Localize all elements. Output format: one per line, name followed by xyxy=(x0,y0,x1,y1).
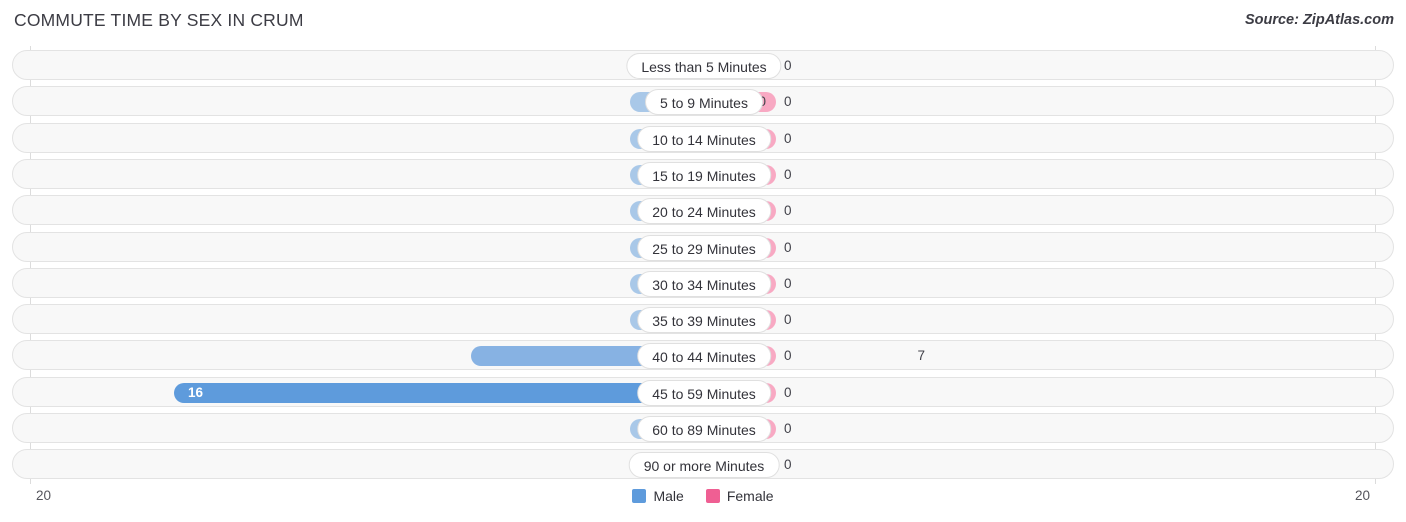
table-row: 0015 to 19 Minutes xyxy=(12,158,1394,189)
table-row: 0090 or more Minutes xyxy=(12,449,1394,480)
category-label: 45 to 59 Minutes xyxy=(637,379,771,406)
value-label-female: 0 xyxy=(784,421,792,436)
bar-male xyxy=(174,382,702,403)
legend-label: Male xyxy=(653,488,684,504)
value-label-female: 0 xyxy=(784,58,792,73)
category-label: 60 to 89 Minutes xyxy=(637,416,771,442)
row-content: 0035 to 39 Minutes xyxy=(13,305,1393,334)
category-label: 90 or more Minutes xyxy=(628,452,780,479)
value-label-female: 0 xyxy=(784,94,792,110)
category-label: 25 to 29 Minutes xyxy=(637,234,771,261)
table-row: 00Less than 5 Minutes xyxy=(12,50,1394,80)
category-label: Less than 5 Minutes xyxy=(626,53,782,79)
table-row: 0060 to 89 Minutes xyxy=(12,413,1394,443)
legend-swatch-icon xyxy=(632,489,647,503)
row-content: 0060 to 89 Minutes xyxy=(13,414,1393,442)
value-label-female: 0 xyxy=(784,312,792,328)
table-row: 0020 to 24 Minutes xyxy=(12,195,1394,226)
table-row: 16 0 45 to 59 Minutes xyxy=(12,376,1394,407)
legend-item-male[interactable]: Male xyxy=(632,488,684,504)
category-label: 15 to 19 Minutes xyxy=(637,161,771,188)
row-content: 0015 to 19 Minutes xyxy=(13,160,1393,188)
row-content: 0020 to 24 Minutes xyxy=(13,196,1393,225)
row-content: 0010 to 14 Minutes xyxy=(13,124,1393,152)
chart-legend: Male Female xyxy=(0,488,1406,504)
category-label: 10 to 14 Minutes xyxy=(637,125,771,152)
category-label: 20 to 24 Minutes xyxy=(637,198,771,225)
row-content: 0090 or more Minutes xyxy=(13,450,1393,479)
row-content: 00Less than 5 Minutes xyxy=(13,51,1393,79)
table-row: 7 0 40 to 44 Minutes xyxy=(12,340,1394,371)
value-label-male: 7 xyxy=(917,348,925,364)
chart-header: COMMUTE TIME BY SEX IN CRUM Source: ZipA… xyxy=(0,0,1406,44)
category-label: 35 to 39 Minutes xyxy=(637,307,771,334)
table-row: 0035 to 39 Minutes xyxy=(12,304,1394,335)
page-title: COMMUTE TIME BY SEX IN CRUM xyxy=(14,10,304,30)
table-row: 0030 to 34 Minutes xyxy=(12,267,1394,298)
row-content: 16 0 45 to 59 Minutes xyxy=(13,378,1393,406)
value-label-female: 0 xyxy=(784,130,792,146)
legend-swatch-icon xyxy=(705,489,720,503)
category-label: 40 to 44 Minutes xyxy=(637,343,771,370)
value-label-female: 0 xyxy=(784,166,792,182)
source-attribution: Source: ZipAtlas.com xyxy=(1244,12,1394,28)
row-content: 0025 to 29 Minutes xyxy=(13,233,1393,261)
chart-plot-area: 00Less than 5 Minutes005 to 9 Minutes001… xyxy=(0,46,1406,484)
row-content: 005 to 9 Minutes xyxy=(13,87,1393,116)
value-label-female: 0 xyxy=(784,239,792,255)
value-label-female: 0 xyxy=(784,275,792,291)
value-label-male: 16 xyxy=(188,384,204,400)
table-row: 005 to 9 Minutes xyxy=(12,86,1394,117)
value-label-female: 0 xyxy=(784,384,792,400)
value-label-female: 0 xyxy=(784,348,792,364)
row-content: 0030 to 34 Minutes xyxy=(13,269,1393,297)
table-row: 0010 to 14 Minutes xyxy=(12,122,1394,153)
legend-item-female[interactable]: Female xyxy=(705,488,774,504)
category-label: 5 to 9 Minutes xyxy=(645,89,763,116)
legend-label: Female xyxy=(726,488,774,504)
category-label: 30 to 34 Minutes xyxy=(637,270,771,297)
table-row: 0025 to 29 Minutes xyxy=(12,231,1394,262)
row-content: 7 0 40 to 44 Minutes xyxy=(13,341,1393,370)
chart-footer: 20 20 Male Female xyxy=(0,484,1406,522)
value-label-female: 0 xyxy=(784,457,792,473)
value-label-female: 0 xyxy=(784,203,792,219)
